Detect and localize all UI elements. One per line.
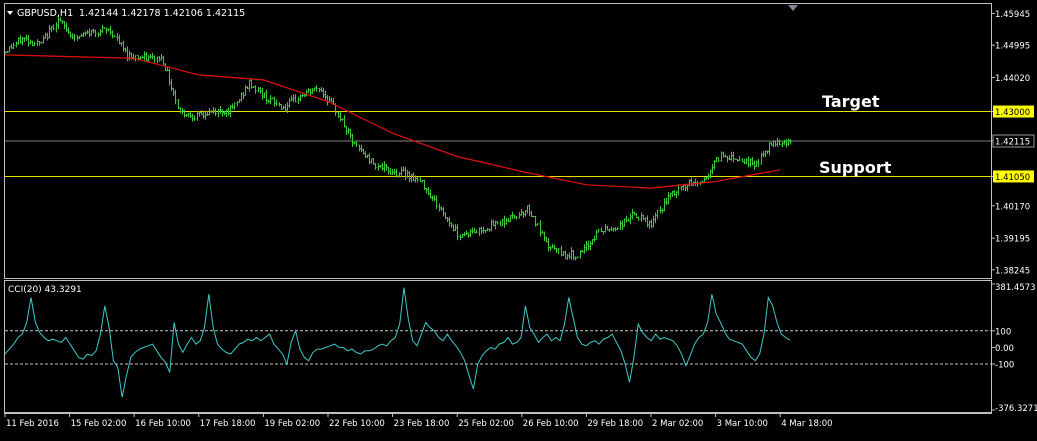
time-tick-label: 19 Feb 02:00	[264, 419, 320, 429]
cci-axis: 381.4573 100 0.00 -100 -376.3271	[991, 283, 1037, 414]
moving-average-line	[4, 54, 781, 189]
chart-window: 1.45945 1.44995 1.44020 1.43000 1.42115 1.410…	[0, 0, 1037, 437]
cci-tick-label: -100	[995, 361, 1014, 371]
time-tick-label: 26 Feb 10:00	[523, 419, 579, 429]
time-tick-label: 16 Feb 10:00	[135, 419, 191, 429]
time-tick-label: 23 Feb 18:00	[394, 419, 450, 429]
ohlc-readout: 1.42144 1.42178 1.42106 1.42115	[79, 8, 245, 19]
time-axis: 11 Feb 2016 15 Feb 02:00 16 Feb 10:00 17 Fe…	[4, 413, 833, 429]
moving-average	[4, 54, 781, 189]
time-tick-label: 22 Feb 10:00	[329, 419, 385, 429]
price-level-label: 1.41050	[995, 173, 1030, 183]
cci-line	[4, 287, 791, 398]
time-tick-label: 3 Mar 10:00	[717, 419, 768, 429]
cci-plot-frame	[4, 280, 992, 413]
price-level-label: 1.43000	[995, 108, 1030, 118]
cci-indicator	[4, 287, 991, 398]
time-tick-label: 11 Feb 2016	[6, 419, 59, 429]
time-tick-label: 2 Mar 02:00	[652, 419, 703, 429]
price-tick-label: 1.39195	[995, 235, 1030, 245]
chart-symbol-label: GBPUSD,H1	[17, 8, 73, 19]
price-tick-label: 1.38245	[995, 266, 1030, 276]
cci-tick-label: 100	[995, 327, 1011, 337]
time-tick-label: 4 Mar 18:00	[781, 419, 832, 429]
cci-tick-label: 381.4573	[995, 283, 1036, 293]
price-chart-canvas[interactable]: 1.45945 1.44995 1.44020 1.43000 1.42115 1.410…	[0, 0, 1037, 437]
price-tick-label: 1.40170	[995, 202, 1030, 212]
time-tick-label: 25 Feb 02:00	[458, 419, 514, 429]
time-tick-label: 17 Feb 18:00	[200, 419, 256, 429]
support-annotation[interactable]: Support	[819, 158, 892, 177]
cci-tick-label: -376.3271	[995, 404, 1037, 414]
price-tick-label: 1.44995	[995, 42, 1030, 52]
target-annotation[interactable]: Target	[822, 92, 880, 111]
chart-menu-triangle-icon[interactable]	[7, 11, 13, 15]
cci-indicator-label: CCI(20) 43.3291	[8, 285, 82, 295]
time-tick-label: 15 Feb 02:00	[71, 419, 127, 429]
price-bars	[4, 15, 792, 261]
price-axis: 1.45945 1.44995 1.44020 1.43000 1.42115 1.410…	[991, 10, 1035, 276]
price-tick-label: 1.45945	[995, 10, 1030, 20]
chart-shift-triangle-icon[interactable]	[788, 5, 798, 11]
cci-tick-label: 0.00	[995, 344, 1014, 354]
time-tick-label: 29 Feb 18:00	[587, 419, 643, 429]
current-price-label: 1.42115	[995, 138, 1030, 148]
price-tick-label: 1.44020	[995, 74, 1030, 84]
